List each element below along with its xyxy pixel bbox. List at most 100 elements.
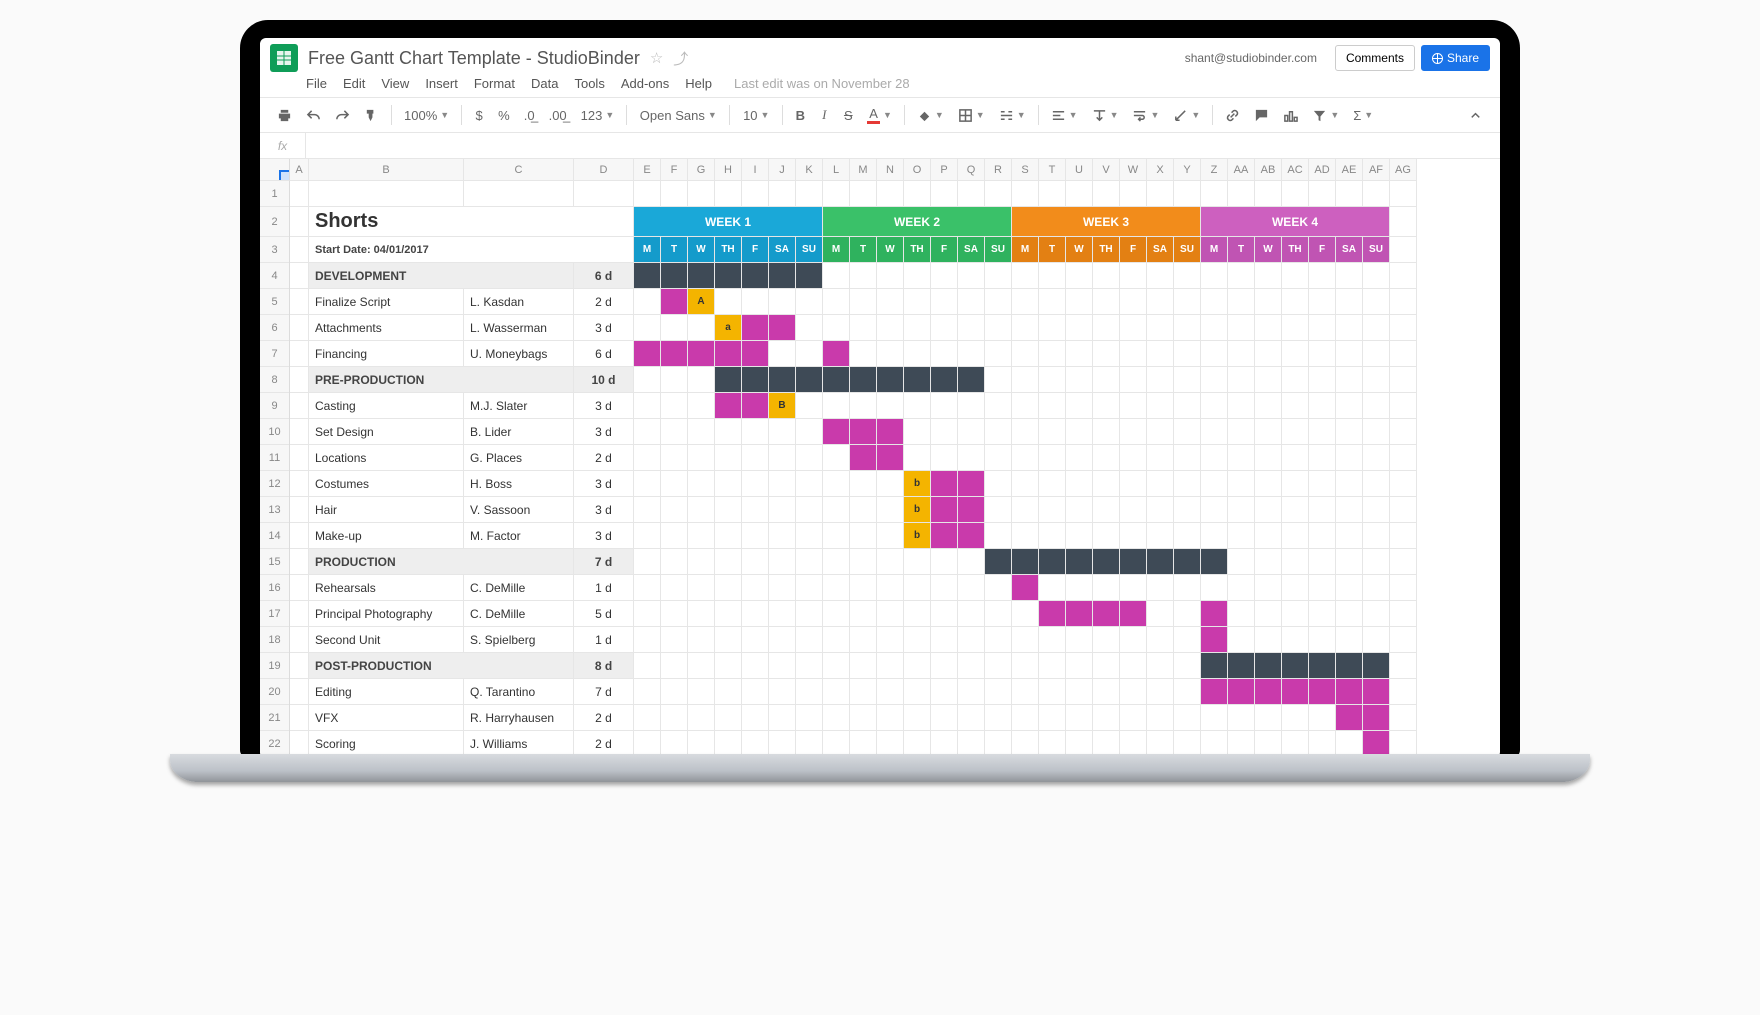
col-head-N[interactable]: N (877, 159, 904, 181)
v-align-icon[interactable]: ▼ (1086, 102, 1125, 128)
gantt-cell[interactable] (1039, 393, 1066, 419)
gantt-cell[interactable] (715, 497, 742, 523)
gantt-cell[interactable] (661, 471, 688, 497)
gantt-cell[interactable] (688, 523, 715, 549)
gantt-cell[interactable] (1201, 575, 1228, 601)
gantt-cell[interactable] (1066, 653, 1093, 679)
cell[interactable] (1390, 523, 1417, 549)
cell[interactable] (1390, 367, 1417, 393)
gantt-cell[interactable] (1255, 367, 1282, 393)
gantt-cell[interactable] (1066, 367, 1093, 393)
gantt-cell[interactable] (823, 653, 850, 679)
gantt-cell[interactable] (877, 445, 904, 471)
gantt-cell[interactable]: A (688, 289, 715, 315)
row-head-18[interactable]: 18 (260, 627, 289, 653)
comment-icon[interactable] (1248, 102, 1275, 128)
cell[interactable] (1390, 445, 1417, 471)
gantt-cell[interactable] (1336, 627, 1363, 653)
gantt-cell[interactable] (1174, 523, 1201, 549)
gantt-cell[interactable] (1066, 575, 1093, 601)
cell[interactable] (290, 653, 309, 679)
gantt-cell[interactable] (634, 289, 661, 315)
cell[interactable] (290, 497, 309, 523)
gantt-cell[interactable] (1174, 471, 1201, 497)
gantt-cell[interactable] (1120, 601, 1147, 627)
cell[interactable] (850, 181, 877, 207)
gantt-cell[interactable] (1039, 367, 1066, 393)
gantt-cell[interactable] (1120, 289, 1147, 315)
gantt-cell[interactable] (1255, 315, 1282, 341)
gantt-cell[interactable] (1228, 471, 1255, 497)
gantt-cell[interactable] (1282, 419, 1309, 445)
gantt-cell[interactable] (742, 497, 769, 523)
cell[interactable] (290, 237, 309, 263)
gantt-cell[interactable] (1228, 341, 1255, 367)
gantt-cell[interactable] (769, 289, 796, 315)
cell[interactable] (309, 181, 464, 207)
col-head-M[interactable]: M (850, 159, 877, 181)
gantt-cell[interactable] (1363, 263, 1390, 289)
cell[interactable] (1309, 181, 1336, 207)
gantt-cell[interactable] (1228, 601, 1255, 627)
gantt-cell[interactable] (850, 263, 877, 289)
gantt-cell[interactable] (1201, 653, 1228, 679)
gantt-cell[interactable] (985, 653, 1012, 679)
cell[interactable] (1390, 653, 1417, 679)
gantt-cell[interactable] (1066, 419, 1093, 445)
gantt-cell[interactable] (877, 679, 904, 705)
gantt-cell[interactable] (904, 419, 931, 445)
cell[interactable] (1255, 181, 1282, 207)
cell[interactable] (290, 393, 309, 419)
gantt-cell[interactable] (1120, 575, 1147, 601)
gantt-cell[interactable] (850, 549, 877, 575)
gantt-cell[interactable] (715, 393, 742, 419)
cell[interactable] (688, 181, 715, 207)
section-name[interactable]: POST-PRODUCTION (309, 653, 574, 679)
gantt-cell[interactable] (1039, 315, 1066, 341)
gantt-cell[interactable] (742, 471, 769, 497)
gantt-cell[interactable] (1093, 315, 1120, 341)
gantt-cell[interactable] (985, 445, 1012, 471)
percent-icon[interactable]: % (492, 102, 516, 128)
gantt-cell[interactable] (1201, 549, 1228, 575)
gantt-cell[interactable] (1255, 419, 1282, 445)
menu-addons[interactable]: Add-ons (621, 76, 669, 91)
day-header[interactable]: M (634, 237, 661, 263)
row-head-21[interactable]: 21 (260, 705, 289, 731)
gantt-cell[interactable] (1174, 601, 1201, 627)
cell[interactable] (1390, 341, 1417, 367)
gantt-cell[interactable] (769, 575, 796, 601)
gantt-cell[interactable] (1309, 653, 1336, 679)
fill-color-icon[interactable]: ▼ (911, 102, 950, 128)
day-header[interactable]: W (1066, 237, 1093, 263)
gantt-cell[interactable] (1174, 549, 1201, 575)
cell[interactable] (1390, 181, 1417, 207)
gantt-cell[interactable] (634, 419, 661, 445)
gantt-cell[interactable] (1282, 523, 1309, 549)
task-name[interactable]: Financing (309, 341, 464, 367)
row-head-4[interactable]: 4 (260, 263, 289, 289)
gantt-cell[interactable] (985, 341, 1012, 367)
gantt-cell[interactable] (1093, 523, 1120, 549)
row-head-9[interactable]: 9 (260, 393, 289, 419)
gantt-cell[interactable] (1282, 705, 1309, 731)
gantt-cell[interactable] (1363, 289, 1390, 315)
gantt-cell[interactable] (1228, 549, 1255, 575)
gantt-cell[interactable] (1201, 627, 1228, 653)
gantt-cell[interactable] (1147, 679, 1174, 705)
gantt-cell[interactable] (1363, 445, 1390, 471)
gantt-cell[interactable] (661, 289, 688, 315)
gantt-cell[interactable] (796, 341, 823, 367)
cell[interactable] (1336, 181, 1363, 207)
gantt-cell[interactable] (1336, 471, 1363, 497)
cell[interactable] (1390, 575, 1417, 601)
start-date-label[interactable]: Start Date: 04/01/2017 (309, 237, 634, 263)
gantt-cell[interactable] (1012, 367, 1039, 393)
strikethrough-icon[interactable]: S (837, 102, 859, 128)
col-head-C[interactable]: C (464, 159, 574, 181)
gantt-cell[interactable] (1201, 289, 1228, 315)
gantt-cell[interactable] (1255, 471, 1282, 497)
cell[interactable] (290, 289, 309, 315)
day-header[interactable]: W (1255, 237, 1282, 263)
gantt-cell[interactable] (1363, 705, 1390, 731)
